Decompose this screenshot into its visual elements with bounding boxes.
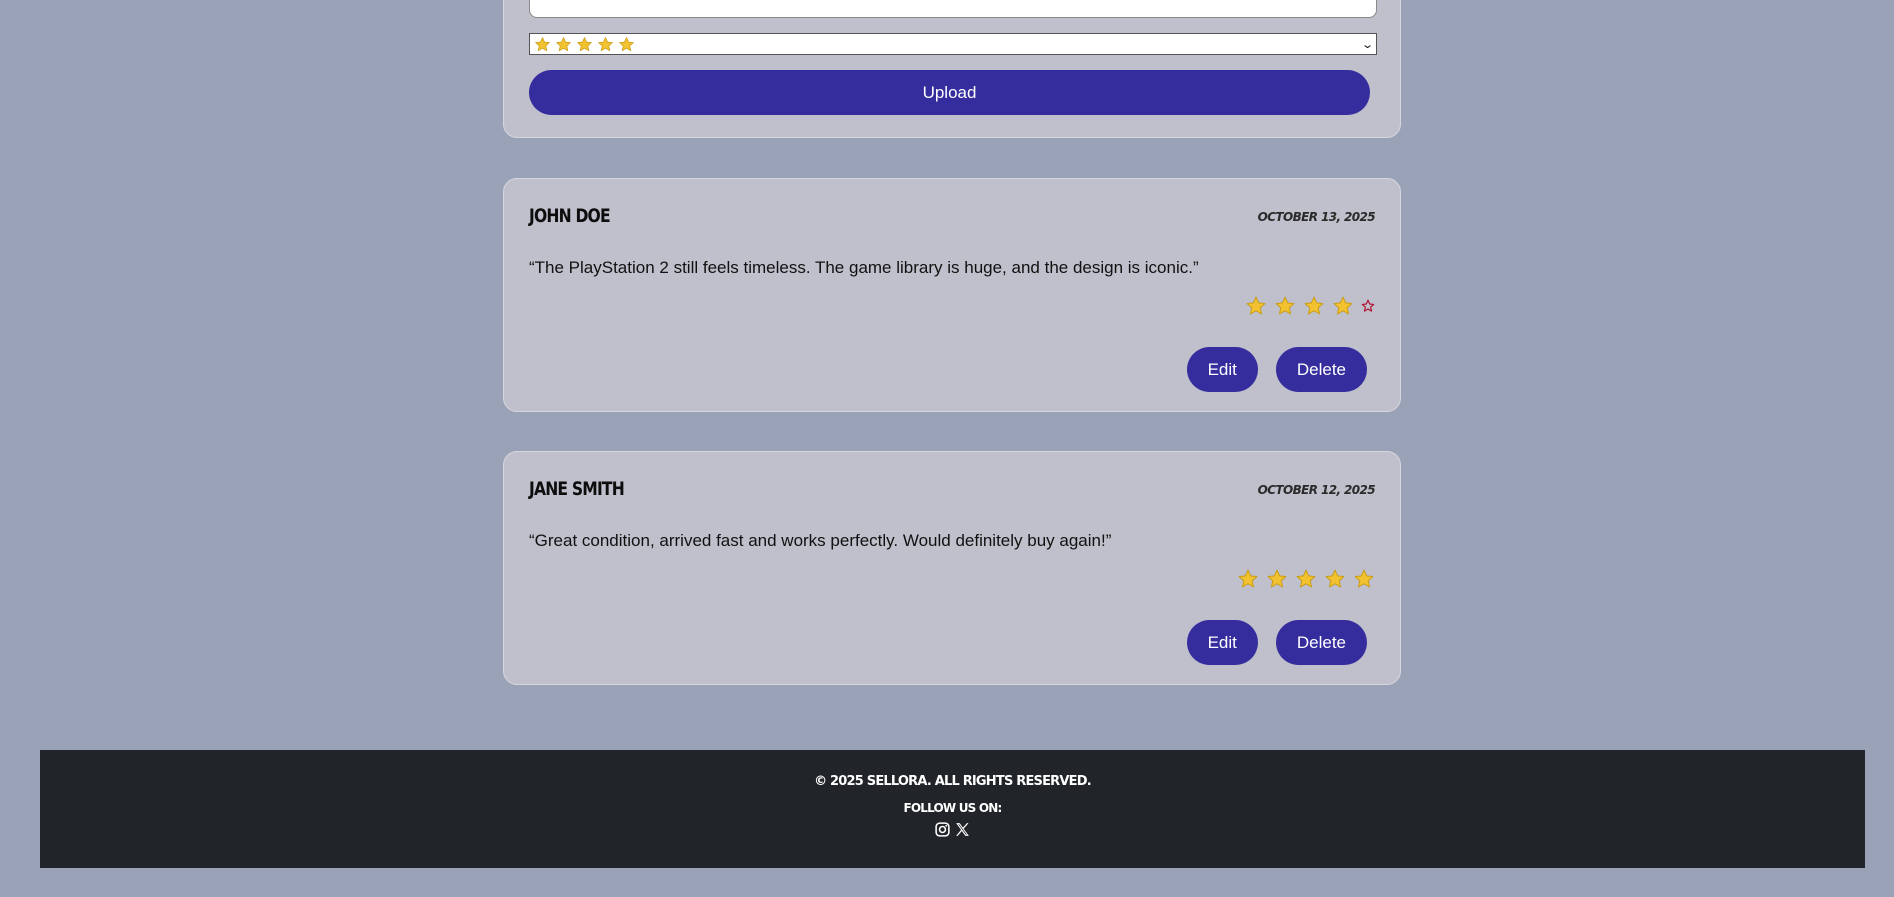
follow-us-label: Follow us on: (903, 801, 1002, 815)
review-date: October 12, 2025 (1257, 483, 1376, 497)
review-rating (1237, 568, 1375, 590)
review-form-card: ⌄ Upload (503, 0, 1401, 138)
review-rating (1245, 295, 1375, 317)
delete-button[interactable]: Delete (1275, 620, 1367, 665)
star-filled-icon (1332, 295, 1354, 317)
star-filled-icon (1266, 568, 1288, 590)
edit-button[interactable]: Edit (1186, 347, 1258, 392)
x-twitter-icon[interactable] (954, 821, 971, 838)
star-filled-icon (1303, 295, 1325, 317)
social-links (40, 821, 1865, 838)
reviewer-name: Jane Smith (529, 478, 625, 500)
star-filled-icon (1353, 568, 1375, 590)
review-text: “Great condition, arrived fast and works… (529, 531, 1112, 550)
star-filled-icon (597, 36, 614, 53)
star-filled-icon (618, 36, 635, 53)
star-filled-icon (1274, 295, 1296, 317)
review-actions: Edit Delete (1186, 620, 1367, 665)
copyright-text: © 2025 Sellora. All rights reserved. (814, 774, 1092, 789)
footer: © 2025 Sellora. All rights reserved. Fol… (40, 750, 1865, 868)
page: ⌄ Upload John Doe October 13, 2025 “The … (0, 0, 1894, 897)
star-empty-icon (1361, 299, 1375, 313)
review-text: “The PlayStation 2 still feels timeless.… (529, 258, 1199, 277)
star-filled-icon (555, 36, 572, 53)
star-filled-icon (534, 36, 551, 53)
star-filled-icon (1245, 295, 1267, 317)
review-card: John Doe October 13, 2025 “The PlayStati… (503, 178, 1401, 412)
rating-select[interactable]: ⌄ (529, 33, 1377, 55)
instagram-icon[interactable] (934, 821, 951, 838)
delete-button[interactable]: Delete (1275, 347, 1367, 392)
upload-button[interactable]: Upload (529, 70, 1370, 115)
star-filled-icon (1237, 568, 1259, 590)
review-actions: Edit Delete (1186, 347, 1367, 392)
edit-button[interactable]: Edit (1186, 620, 1258, 665)
review-text-input[interactable] (529, 0, 1377, 18)
review-date: October 13, 2025 (1257, 210, 1376, 224)
star-filled-icon (1295, 568, 1317, 590)
chevron-down-icon: ⌄ (1360, 38, 1374, 51)
rating-select-stars (534, 36, 1363, 53)
star-filled-icon (576, 36, 593, 53)
star-filled-icon (1324, 568, 1346, 590)
reviewer-name: John Doe (529, 205, 611, 227)
review-card: Jane Smith October 12, 2025 “Great condi… (503, 451, 1401, 685)
